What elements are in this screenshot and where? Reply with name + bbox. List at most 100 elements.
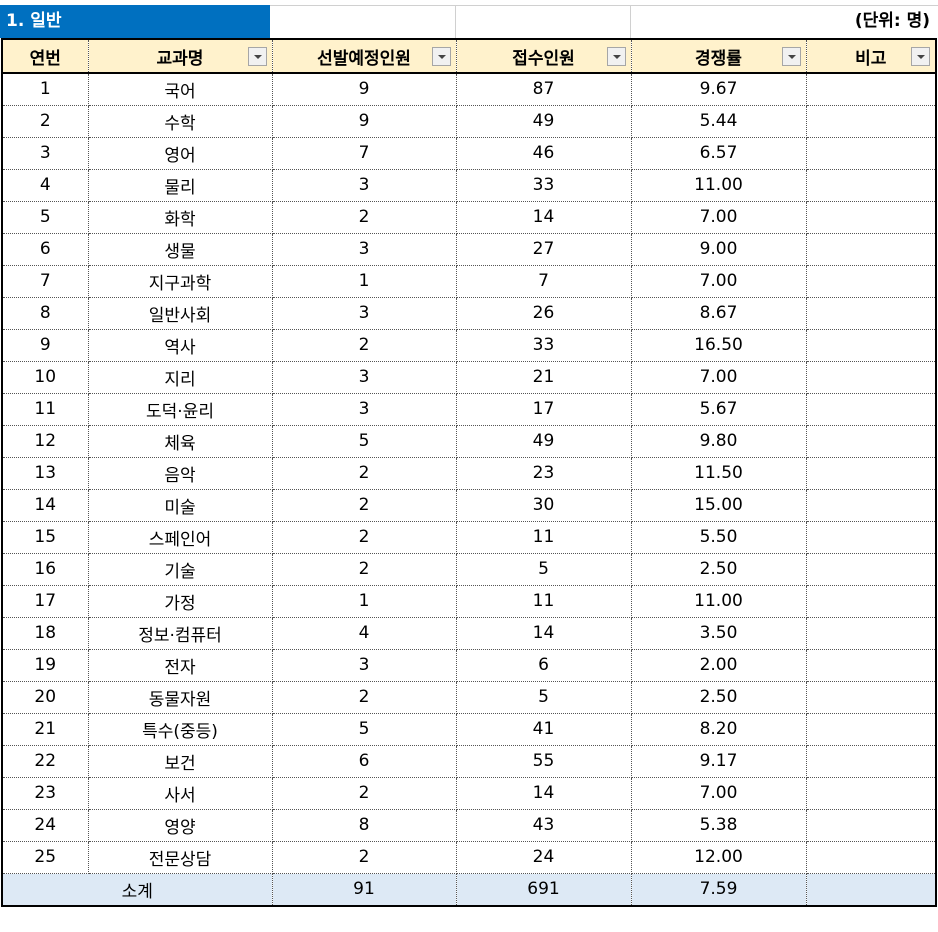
- ratio-cell[interactable]: 9.17: [630, 745, 807, 778]
- header-cell-applicants[interactable]: 접수인원: [455, 38, 632, 74]
- subject-cell[interactable]: 미술: [87, 489, 273, 522]
- subject-cell[interactable]: 영어: [87, 137, 273, 170]
- no-cell[interactable]: 13: [1, 457, 89, 490]
- ratio-cell[interactable]: 7.00: [630, 201, 807, 234]
- header-cell-subject[interactable]: 교과명: [87, 38, 273, 74]
- ratio-cell[interactable]: 2.00: [630, 649, 807, 682]
- subject-cell[interactable]: 도덕·윤리: [87, 393, 273, 426]
- note-cell[interactable]: [805, 553, 937, 586]
- no-cell[interactable]: 12: [1, 425, 89, 458]
- note-cell[interactable]: [805, 297, 937, 330]
- no-cell[interactable]: 10: [1, 361, 89, 394]
- planned-cell[interactable]: 7: [271, 137, 457, 170]
- ratio-cell[interactable]: 8.20: [630, 713, 807, 746]
- applicants-cell[interactable]: 7: [455, 265, 632, 298]
- no-cell[interactable]: 15: [1, 521, 89, 554]
- applicants-cell[interactable]: 11: [455, 585, 632, 618]
- applicants-cell[interactable]: 26: [455, 297, 632, 330]
- ratio-cell[interactable]: 9.80: [630, 425, 807, 458]
- subject-cell[interactable]: 지구과학: [87, 265, 273, 298]
- ratio-cell[interactable]: 2.50: [630, 681, 807, 714]
- subject-cell[interactable]: 전문상담: [87, 841, 273, 874]
- subject-cell[interactable]: 정보·컴퓨터: [87, 617, 273, 650]
- planned-cell[interactable]: 6: [271, 745, 457, 778]
- note-cell[interactable]: [805, 105, 937, 138]
- planned-cell[interactable]: 2: [271, 201, 457, 234]
- total-applicants-cell[interactable]: 691: [455, 873, 632, 907]
- subject-cell[interactable]: 전자: [87, 649, 273, 682]
- planned-cell[interactable]: 2: [271, 329, 457, 362]
- no-cell[interactable]: 18: [1, 617, 89, 650]
- no-cell[interactable]: 23: [1, 777, 89, 810]
- subject-cell[interactable]: 일반사회: [87, 297, 273, 330]
- subject-cell[interactable]: 스페인어: [87, 521, 273, 554]
- applicants-cell[interactable]: 49: [455, 425, 632, 458]
- subject-cell[interactable]: 역사: [87, 329, 273, 362]
- no-cell[interactable]: 11: [1, 393, 89, 426]
- no-cell[interactable]: 16: [1, 553, 89, 586]
- planned-cell[interactable]: 1: [271, 585, 457, 618]
- ratio-cell[interactable]: 16.50: [630, 329, 807, 362]
- applicants-cell[interactable]: 24: [455, 841, 632, 874]
- total-ratio-cell[interactable]: 7.59: [630, 873, 807, 907]
- subject-cell[interactable]: 특수(중등): [87, 713, 273, 746]
- planned-cell[interactable]: 5: [271, 425, 457, 458]
- subject-cell[interactable]: 화학: [87, 201, 273, 234]
- no-cell[interactable]: 4: [1, 169, 89, 202]
- ratio-cell[interactable]: 12.00: [630, 841, 807, 874]
- note-cell[interactable]: [805, 489, 937, 522]
- note-cell[interactable]: [805, 329, 937, 362]
- planned-cell[interactable]: 2: [271, 553, 457, 586]
- note-cell[interactable]: [805, 585, 937, 618]
- no-cell[interactable]: 3: [1, 137, 89, 170]
- note-cell[interactable]: [805, 841, 937, 874]
- note-cell[interactable]: [805, 521, 937, 554]
- applicants-cell[interactable]: 55: [455, 745, 632, 778]
- note-cell[interactable]: [805, 169, 937, 202]
- no-cell[interactable]: 5: [1, 201, 89, 234]
- header-cell-note[interactable]: 비고: [805, 38, 937, 74]
- applicants-cell[interactable]: 27: [455, 233, 632, 266]
- note-cell[interactable]: [805, 361, 937, 394]
- planned-cell[interactable]: 3: [271, 649, 457, 682]
- note-cell[interactable]: [805, 457, 937, 490]
- note-cell[interactable]: [805, 425, 937, 458]
- subject-cell[interactable]: 사서: [87, 777, 273, 810]
- ratio-cell[interactable]: 11.00: [630, 585, 807, 618]
- no-cell[interactable]: 21: [1, 713, 89, 746]
- planned-cell[interactable]: 4: [271, 617, 457, 650]
- note-cell[interactable]: [805, 265, 937, 298]
- ratio-cell[interactable]: 5.50: [630, 521, 807, 554]
- note-cell[interactable]: [805, 777, 937, 810]
- total-planned-cell[interactable]: 91: [271, 873, 457, 907]
- applicants-cell[interactable]: 33: [455, 169, 632, 202]
- planned-cell[interactable]: 3: [271, 169, 457, 202]
- ratio-cell[interactable]: 9.67: [630, 73, 807, 106]
- note-cell[interactable]: [805, 649, 937, 682]
- no-cell[interactable]: 6: [1, 233, 89, 266]
- applicants-cell[interactable]: 30: [455, 489, 632, 522]
- planned-cell[interactable]: 1: [271, 265, 457, 298]
- header-cell-ratio[interactable]: 경쟁률: [630, 38, 807, 74]
- subject-cell[interactable]: 영양: [87, 809, 273, 842]
- applicants-cell[interactable]: 41: [455, 713, 632, 746]
- applicants-cell[interactable]: 46: [455, 137, 632, 170]
- no-cell[interactable]: 17: [1, 585, 89, 618]
- section-title[interactable]: 1. 일반: [0, 5, 270, 38]
- ratio-cell[interactable]: 5.67: [630, 393, 807, 426]
- ratio-cell[interactable]: 9.00: [630, 233, 807, 266]
- ratio-cell[interactable]: 5.38: [630, 809, 807, 842]
- filter-dropdown-icon[interactable]: [911, 47, 930, 66]
- applicants-cell[interactable]: 23: [455, 457, 632, 490]
- applicants-cell[interactable]: 11: [455, 521, 632, 554]
- header-cell-planned[interactable]: 선발예정인원: [271, 38, 457, 74]
- ratio-cell[interactable]: 3.50: [630, 617, 807, 650]
- planned-cell[interactable]: 9: [271, 105, 457, 138]
- applicants-cell[interactable]: 6: [455, 649, 632, 682]
- planned-cell[interactable]: 3: [271, 297, 457, 330]
- planned-cell[interactable]: 2: [271, 681, 457, 714]
- planned-cell[interactable]: 3: [271, 233, 457, 266]
- filter-dropdown-icon[interactable]: [431, 47, 451, 66]
- note-cell[interactable]: [805, 809, 937, 842]
- ratio-cell[interactable]: 7.00: [630, 777, 807, 810]
